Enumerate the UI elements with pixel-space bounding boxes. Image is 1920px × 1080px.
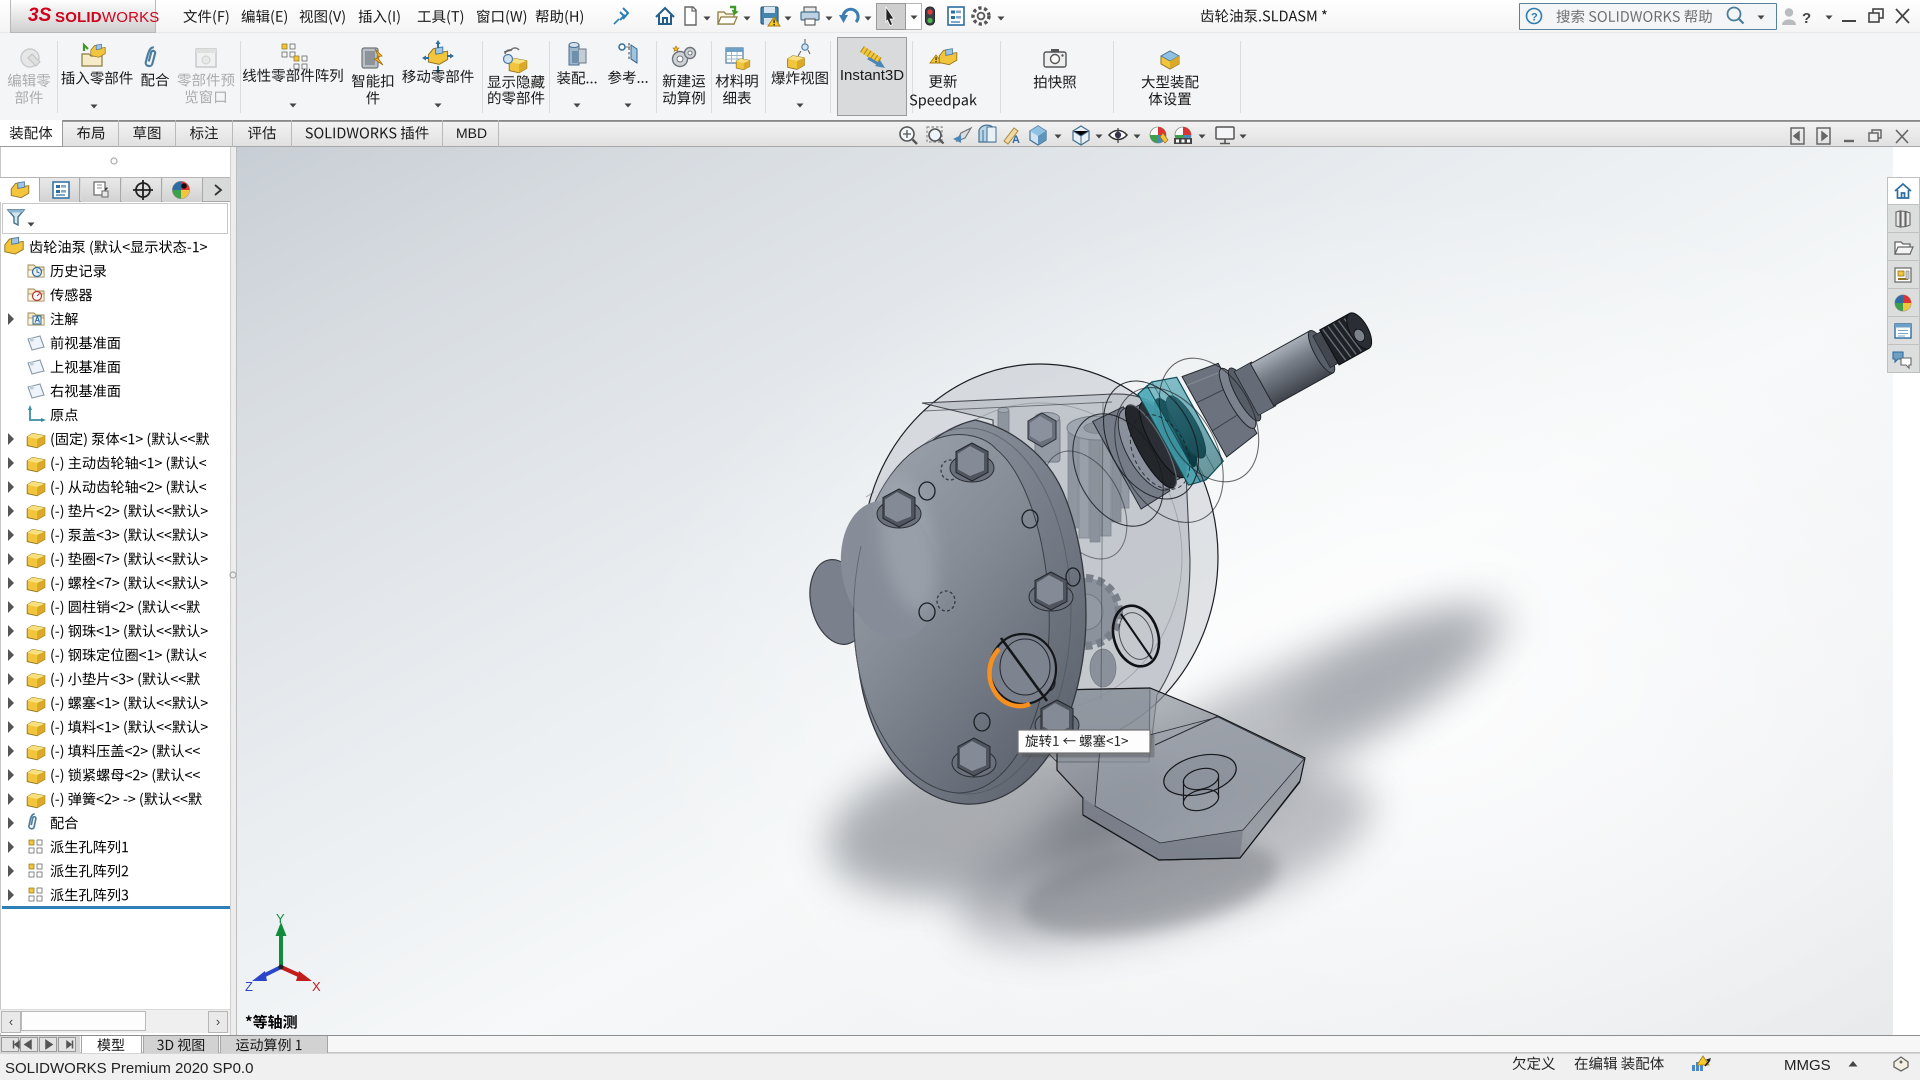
svg-text:?: ? (1802, 10, 1811, 27)
svg-text:?: ? (1531, 12, 1538, 24)
svg-text:A: A (1012, 134, 1020, 146)
svg-text:Z: Z (245, 979, 253, 994)
svg-text:X: X (312, 979, 321, 994)
svg-text:Y: Y (276, 911, 285, 926)
svg-text:A: A (35, 316, 41, 325)
